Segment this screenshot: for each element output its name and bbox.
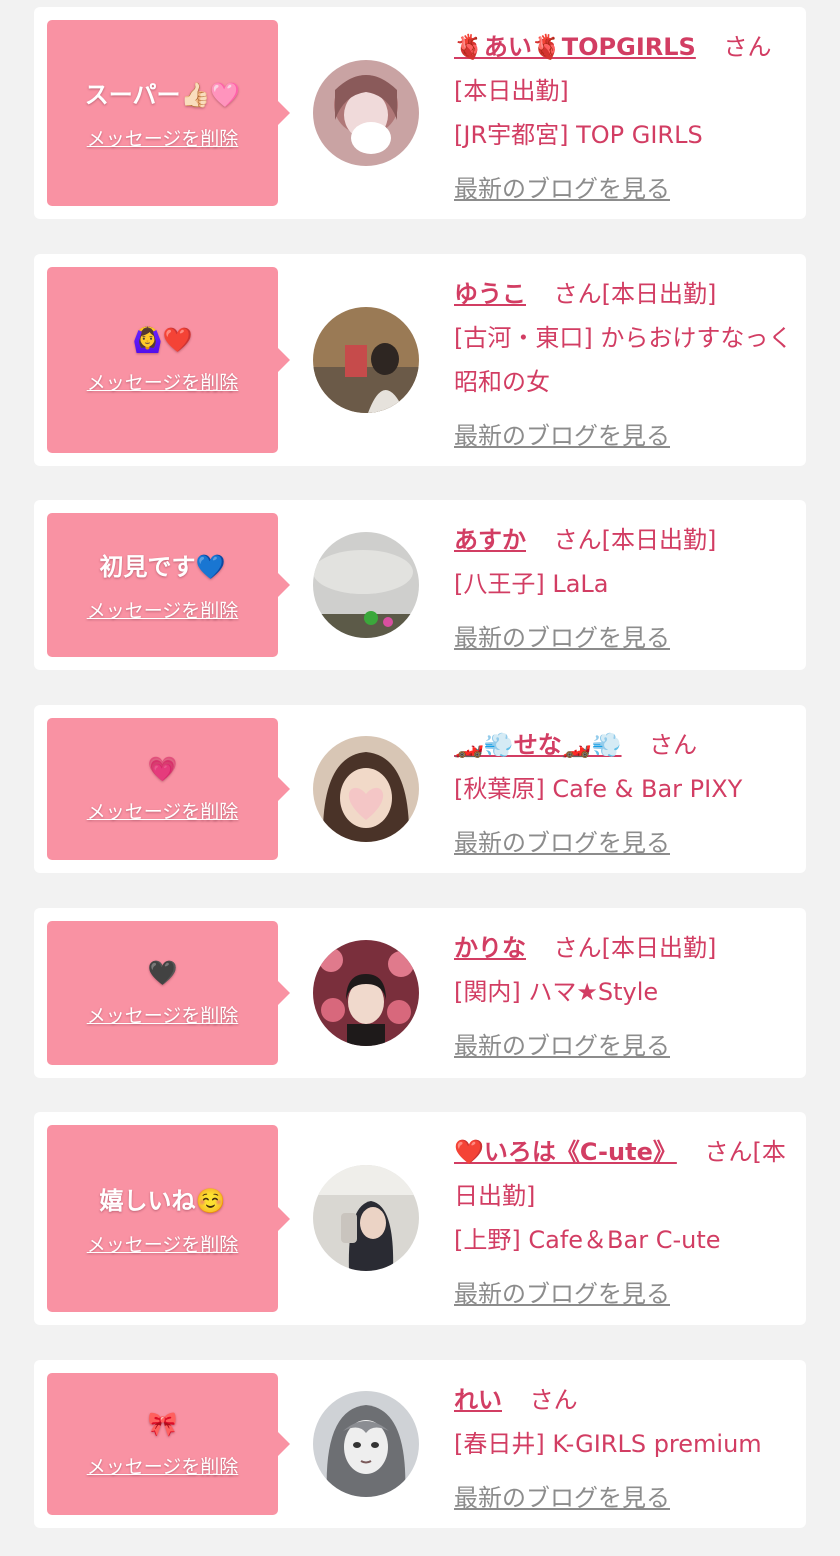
cast-info: 🫀あい🫀TOPGIRLS さん [本日出勤] [JR宇都宮] TOP GIRLS… xyxy=(454,25,794,211)
message-text: 嬉しいね☺️ xyxy=(99,1186,226,1215)
avatar[interactable] xyxy=(313,60,419,166)
delete-message-link[interactable]: メッセージを削除 xyxy=(87,596,239,623)
delete-message-link[interactable]: メッセージを削除 xyxy=(87,124,239,151)
list-item: 🎀 メッセージを削除 れい さん [春日井] K-GIRLS premium 最… xyxy=(34,1360,806,1528)
honorific: さん xyxy=(553,526,602,554)
cast-name-link[interactable]: ❤️いろは《C-ute》 xyxy=(454,1138,677,1166)
status-text: [本日出勤] xyxy=(601,280,717,308)
list-item: 初見です💙 メッセージを削除 あすか さん[本日出勤] [八王子] LaLa 最… xyxy=(34,500,806,670)
latest-blog-link[interactable]: 最新のブログを見る xyxy=(454,616,670,660)
status-text: [本日出勤] xyxy=(601,934,717,962)
message-bubble: 初見です💙 メッセージを削除 xyxy=(47,513,290,657)
cast-name-link[interactable]: ゆうこ xyxy=(454,280,526,308)
cast-info: れい さん [春日井] K-GIRLS premium 最新のブログを見る xyxy=(454,1378,794,1520)
latest-blog-link[interactable]: 最新のブログを見る xyxy=(454,414,670,458)
status-text: [本日出勤] xyxy=(601,526,717,554)
delete-message-link[interactable]: メッセージを削除 xyxy=(87,797,239,824)
honorific: さん xyxy=(553,934,602,962)
status-text: [本日出勤] xyxy=(454,77,569,105)
cast-info: ❤️いろは《C-ute》 さん[本日出勤] [上野] Cafe＆Bar C-ut… xyxy=(454,1130,794,1316)
shop-link[interactable]: [古河・東口] からおけすなっく 昭和の女 xyxy=(454,324,792,396)
latest-blog-link[interactable]: 最新のブログを見る xyxy=(454,167,670,211)
list-item: 💗 メッセージを削除 🏎️💨せな🏎️💨 さん [秋葉原] Cafe & Bar … xyxy=(34,705,806,873)
cast-info: かりな さん[本日出勤] [関内] ハマ★Style 最新のブログを見る xyxy=(454,926,794,1068)
honorific: さん xyxy=(704,1138,753,1166)
message-bubble: 嬉しいね☺️ メッセージを削除 xyxy=(47,1125,290,1312)
delete-message-link[interactable]: メッセージを削除 xyxy=(87,368,239,395)
list-item: 🖤 メッセージを削除 かりな さん[本日出勤] [関内] ハマ★Style 最新… xyxy=(34,908,806,1078)
cast-info: ゆうこ さん[本日出勤] [古河・東口] からおけすなっく 昭和の女 最新のブロ… xyxy=(454,272,794,458)
latest-blog-link[interactable]: 最新のブログを見る xyxy=(454,821,670,865)
delete-message-link[interactable]: メッセージを削除 xyxy=(87,1001,239,1028)
avatar[interactable] xyxy=(313,1391,419,1497)
latest-blog-link[interactable]: 最新のブログを見る xyxy=(454,1272,670,1316)
cast-info: 🏎️💨せな🏎️💨 さん [秋葉原] Cafe & Bar PIXY 最新のブログ… xyxy=(454,723,794,865)
honorific: さん xyxy=(529,1386,578,1414)
cast-info: あすか さん[本日出勤] [八王子] LaLa 最新のブログを見る xyxy=(454,518,794,660)
honorific: さん xyxy=(649,731,698,759)
message-bubble: 💗 メッセージを削除 xyxy=(47,718,290,860)
cast-name-link[interactable]: かりな xyxy=(454,934,526,962)
favorite-message-list: スーパー👍🏻🩷 メッセージを削除 🫀あい🫀TOPGIRLS さん [本日出勤] … xyxy=(0,0,840,1556)
message-text: 🙆‍♀️❤️ xyxy=(132,325,193,354)
latest-blog-link[interactable]: 最新のブログを見る xyxy=(454,1024,670,1068)
shop-link[interactable]: [秋葉原] Cafe & Bar PIXY xyxy=(454,775,742,803)
shop-link[interactable]: [JR宇都宮] TOP GIRLS xyxy=(454,121,703,149)
message-text: 🖤 xyxy=(147,958,178,987)
shop-link[interactable]: [関内] ハマ★Style xyxy=(454,978,658,1006)
delete-message-link[interactable]: メッセージを削除 xyxy=(87,1230,239,1257)
shop-link[interactable]: [春日井] K-GIRLS premium xyxy=(454,1430,762,1458)
avatar[interactable] xyxy=(313,940,419,1046)
shop-link[interactable]: [八王子] LaLa xyxy=(454,570,609,598)
honorific: さん xyxy=(723,33,772,61)
cast-name-link[interactable]: 🏎️💨せな🏎️💨 xyxy=(454,731,622,759)
message-text: スーパー👍🏻🩷 xyxy=(84,81,241,109)
delete-message-link[interactable]: メッセージを削除 xyxy=(87,1452,239,1479)
cast-name-link[interactable]: 🫀あい🫀TOPGIRLS xyxy=(454,33,696,61)
message-text: 初見です💙 xyxy=(99,553,226,581)
message-text: 💗 xyxy=(147,754,178,783)
cast-name-link[interactable]: あすか xyxy=(454,526,526,554)
message-bubble: 🖤 メッセージを削除 xyxy=(47,921,290,1065)
list-item: スーパー👍🏻🩷 メッセージを削除 🫀あい🫀TOPGIRLS さん [本日出勤] … xyxy=(34,7,806,219)
avatar[interactable] xyxy=(313,1165,419,1271)
list-item: 🙆‍♀️❤️ メッセージを削除 ゆうこ さん[本日出勤] [古河・東口] からお… xyxy=(34,254,806,466)
latest-blog-link[interactable]: 最新のブログを見る xyxy=(454,1476,670,1520)
list-item: 嬉しいね☺️ メッセージを削除 ❤️いろは《C-ute》 さん[本日出勤] [上… xyxy=(34,1112,806,1325)
avatar[interactable] xyxy=(313,736,419,842)
avatar[interactable] xyxy=(313,532,419,638)
message-bubble: スーパー👍🏻🩷 メッセージを削除 xyxy=(47,20,290,206)
honorific: さん xyxy=(553,280,602,308)
message-bubble: 🙆‍♀️❤️ メッセージを削除 xyxy=(47,267,290,453)
avatar[interactable] xyxy=(313,307,419,413)
cast-name-link[interactable]: れい xyxy=(454,1386,502,1414)
message-text: 🎀 xyxy=(147,1409,178,1438)
message-bubble: 🎀 メッセージを削除 xyxy=(47,1373,290,1515)
shop-link[interactable]: [上野] Cafe＆Bar C-ute xyxy=(454,1226,721,1254)
